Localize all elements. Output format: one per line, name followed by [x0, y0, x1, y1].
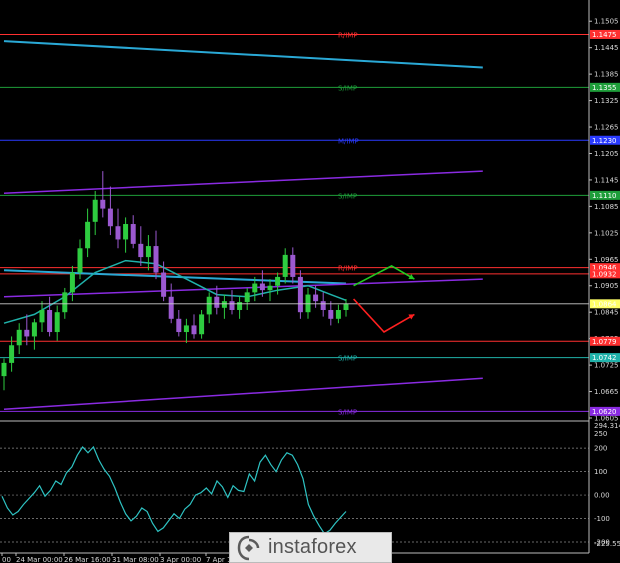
level-tag: M/IMP	[338, 137, 359, 145]
level-tag: S/IMP	[338, 84, 357, 92]
candle-body	[191, 325, 197, 335]
candle-body	[9, 345, 15, 363]
candle-body	[1, 362, 7, 377]
candle-body	[275, 276, 281, 286]
candle-body	[24, 329, 30, 337]
candle-body	[335, 309, 341, 319]
candle-body	[69, 272, 75, 293]
candle-body	[62, 292, 68, 313]
oscillator-tick-label: 0.00	[594, 492, 610, 500]
candle-body	[290, 254, 296, 277]
candle-body	[252, 283, 258, 293]
candle-body	[85, 221, 91, 249]
time-tick-label: 31 Mar 08:00	[112, 556, 159, 563]
level-price-box-text: 1.1475	[592, 31, 617, 39]
oscillator-top-label: 250	[594, 430, 607, 438]
level-price-box-text: 1.1230	[592, 137, 617, 145]
candle-body	[199, 314, 205, 335]
price-panel: 1.1505 1.1445 1.1385 1.1325 1.1265 1.1205 1.11…	[0, 18, 620, 423]
level-tag: S/IMP	[338, 192, 357, 200]
candle-body	[16, 329, 22, 346]
oscillator-panel: 2001000.00-100-200294.3141250-225.5555	[0, 422, 620, 548]
oscillator-top-label: 294.3141	[594, 422, 620, 430]
candle-body	[244, 292, 250, 303]
instaforex-watermark: instaforex	[229, 532, 392, 563]
level-price-box-text: 1.1355	[592, 84, 617, 92]
time-tick-label: 24 Mar 00:00	[16, 556, 63, 563]
time-tick-label: 26 Mar 16:00	[64, 556, 111, 563]
level-price-box-text: 1.1110	[592, 192, 617, 200]
price-tick-label: 1.1325	[594, 97, 619, 105]
candle-body	[305, 294, 311, 313]
trend-line	[3, 170, 483, 194]
candle-body	[183, 325, 189, 333]
price-tick-label: 1.1025	[594, 229, 619, 237]
candle-body	[259, 283, 265, 291]
chart-canvas: 1.1505 1.1445 1.1385 1.1325 1.1265 1.1205 1.11…	[0, 0, 620, 563]
candle-body	[206, 296, 212, 315]
level-tag: S/IMP	[338, 355, 357, 363]
candle-body	[221, 301, 227, 308]
price-tick-label: 1.1445	[594, 44, 619, 52]
candle-body	[229, 301, 235, 310]
level-price-box-text: 1.0742	[592, 354, 617, 362]
level-price-box-text: 1.0779	[592, 338, 617, 346]
level-price-box-text: 1.0932	[592, 270, 617, 278]
candle-body	[77, 248, 83, 273]
candle-body	[123, 224, 129, 240]
price-tick-label: 1.1085	[594, 203, 619, 211]
price-tick-label: 1.1205	[594, 150, 619, 158]
oscillator-tick-label: 200	[594, 445, 607, 453]
level-tag: S/IMP	[338, 408, 357, 416]
price-tick-label: 1.0725	[594, 362, 619, 370]
instaforex-logo-icon	[237, 535, 260, 560]
price-tick-label: 1.1505	[594, 18, 619, 26]
candle-body	[343, 303, 349, 310]
price-tick-label: 1.1145	[594, 176, 619, 184]
candle-body	[267, 285, 273, 291]
price-tick-label: 1.1265	[594, 124, 619, 132]
time-axis: 00 24 Mar 00:00 26 Mar 16:00 31 Mar 08:00 3 …	[1, 553, 247, 563]
candle-body	[328, 309, 334, 319]
level-tag: R/IMP	[338, 31, 358, 39]
candle-body	[92, 199, 98, 222]
candle-body	[39, 309, 45, 323]
candle-body	[145, 246, 151, 258]
candle-body	[107, 208, 113, 227]
candle-body	[153, 246, 159, 273]
oscillator-bottom-label: -225.5555	[594, 540, 620, 548]
candle-body	[115, 226, 121, 240]
candle-body	[47, 309, 53, 333]
candle-body	[320, 301, 326, 310]
oscillator-line	[1, 445, 347, 535]
oscillator-tick-label: -100	[594, 515, 610, 523]
price-tick-label: 1.0845	[594, 309, 619, 317]
candle-body	[176, 318, 182, 333]
candle-body	[138, 243, 144, 258]
time-tick-label: 3 Apr 00:00	[160, 556, 201, 563]
candle-body	[100, 199, 106, 209]
price-tick-label: 1.0665	[594, 388, 619, 396]
candle-body	[54, 312, 60, 333]
level-price-box-text: 1.0620	[592, 408, 617, 416]
candle-body	[297, 276, 303, 313]
candle-body	[168, 296, 174, 319]
trend-line	[3, 377, 483, 410]
price-tick-label: 1.0965	[594, 256, 619, 264]
level-tag: R/IMP	[338, 265, 358, 273]
oscillator-tick-label: 100	[594, 468, 607, 476]
candle-body	[31, 322, 37, 337]
trend-line	[3, 40, 483, 69]
watermark-text: instaforex	[268, 536, 357, 558]
candle-body	[313, 294, 319, 302]
candle-body	[237, 302, 243, 310]
price-tick-label: 1.0905	[594, 282, 619, 290]
price-tick-label: 1.1385	[594, 71, 619, 79]
current-price-box-text: 1.0864	[592, 300, 617, 308]
candle-body	[282, 254, 288, 277]
candle-body	[161, 272, 167, 297]
time-tick-label: 00	[2, 556, 11, 563]
candle-body	[214, 296, 220, 308]
candle-body	[130, 224, 136, 244]
